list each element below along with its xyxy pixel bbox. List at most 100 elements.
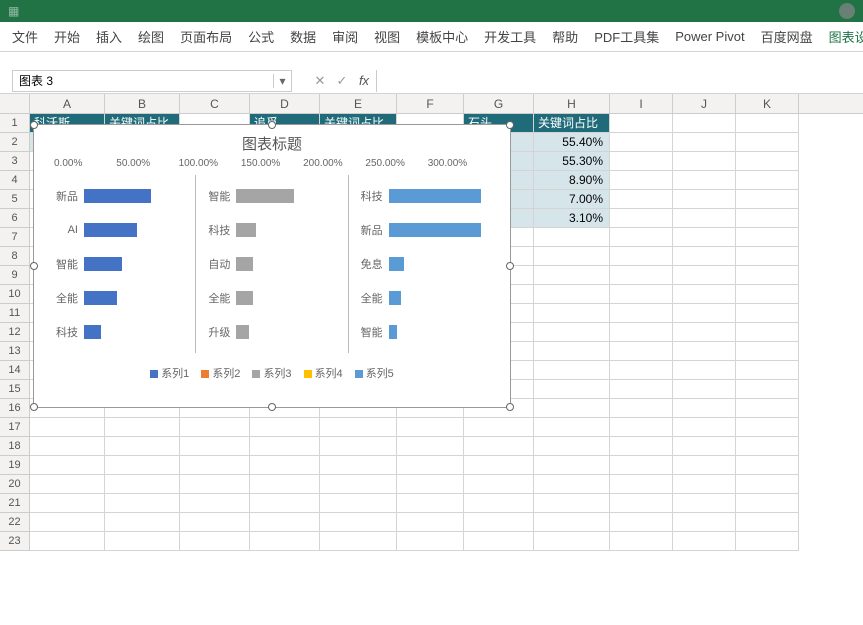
chart-legend[interactable]: 系列1系列2系列3系列4系列5 [34,359,510,391]
cell[interactable] [610,475,673,494]
cell[interactable]: 8.90% [534,171,610,190]
ribbon-tab[interactable]: 公式 [240,21,282,52]
cell[interactable] [464,513,534,532]
cell[interactable] [610,209,673,228]
cell[interactable] [736,114,799,133]
cell[interactable] [180,532,250,551]
cell[interactable] [610,342,673,361]
cell[interactable] [320,513,397,532]
cell[interactable] [610,133,673,152]
cell[interactable] [250,418,320,437]
cell[interactable] [673,171,736,190]
cell[interactable] [105,437,180,456]
row-header[interactable]: 19 [0,456,30,475]
cell[interactable] [30,437,105,456]
cell[interactable] [320,437,397,456]
cell[interactable] [736,190,799,209]
cell[interactable] [610,285,673,304]
cell[interactable] [736,209,799,228]
cell[interactable] [30,475,105,494]
row-header[interactable]: 16 [0,399,30,418]
cell[interactable] [534,342,610,361]
cell[interactable] [673,152,736,171]
column-header[interactable]: D [250,94,320,113]
column-header[interactable]: H [534,94,610,113]
row-header[interactable]: 22 [0,513,30,532]
cell[interactable] [180,494,250,513]
cell[interactable] [180,513,250,532]
cell[interactable] [736,399,799,418]
row-header[interactable]: 2 [0,133,30,152]
ribbon-tab[interactable]: PDF工具集 [586,21,667,52]
ribbon-tab[interactable]: 文件 [4,21,46,52]
cell[interactable] [673,266,736,285]
cell[interactable] [736,475,799,494]
cell[interactable] [736,247,799,266]
cell[interactable] [464,532,534,551]
cell[interactable] [397,475,464,494]
chart-bar[interactable] [236,189,294,203]
cell[interactable]: 55.30% [534,152,610,171]
cell[interactable] [610,418,673,437]
chart-bar[interactable] [236,223,256,237]
chart-bar[interactable] [389,325,397,339]
column-header[interactable]: I [610,94,673,113]
resize-handle[interactable] [268,121,276,129]
cell[interactable] [105,475,180,494]
row-header[interactable]: 3 [0,152,30,171]
cell[interactable] [736,380,799,399]
column-header[interactable]: G [464,94,534,113]
cell[interactable] [180,418,250,437]
cell[interactable] [736,228,799,247]
cell[interactable] [736,494,799,513]
chart-bar[interactable] [389,223,481,237]
ribbon-tab[interactable]: 帮助 [544,21,586,52]
name-box[interactable]: 图表 3 ▾ [12,70,292,92]
cell[interactable] [397,418,464,437]
chart-bar[interactable] [236,291,253,305]
row-header[interactable]: 14 [0,361,30,380]
cell[interactable] [610,190,673,209]
legend-item[interactable]: 系列1 [150,365,189,381]
cell[interactable] [534,266,610,285]
cell[interactable] [320,532,397,551]
cell[interactable] [736,171,799,190]
cell[interactable] [534,437,610,456]
row-header[interactable]: 7 [0,228,30,247]
cell[interactable] [397,532,464,551]
ribbon-tab[interactable]: 百度网盘 [753,21,821,52]
cell[interactable] [736,304,799,323]
cell[interactable] [610,532,673,551]
cell[interactable] [736,133,799,152]
cell[interactable] [736,437,799,456]
cell[interactable] [30,456,105,475]
ribbon-tab[interactable]: 开始 [46,21,88,52]
chart-title[interactable]: 图表标题 [34,125,510,158]
cell[interactable] [673,418,736,437]
column-header[interactable]: J [673,94,736,113]
cell[interactable]: 关键词占比 [534,114,610,133]
cell[interactable] [673,513,736,532]
cell[interactable] [736,266,799,285]
cell[interactable] [610,437,673,456]
cell[interactable]: 7.00% [534,190,610,209]
cell[interactable] [673,114,736,133]
chart-bar[interactable] [236,325,249,339]
row-header[interactable]: 4 [0,171,30,190]
cell[interactable] [250,437,320,456]
cell[interactable] [534,399,610,418]
row-header[interactable]: 13 [0,342,30,361]
resize-handle[interactable] [30,121,38,129]
chart-bar[interactable] [84,325,101,339]
cell[interactable] [534,361,610,380]
ribbon-tab[interactable]: 图表设计 [821,21,863,52]
cell[interactable] [180,456,250,475]
cell[interactable] [673,285,736,304]
cell[interactable] [610,171,673,190]
cell[interactable] [736,152,799,171]
column-header[interactable]: B [105,94,180,113]
cell[interactable] [464,437,534,456]
cell[interactable] [673,323,736,342]
cell[interactable] [610,114,673,133]
cell[interactable] [610,152,673,171]
